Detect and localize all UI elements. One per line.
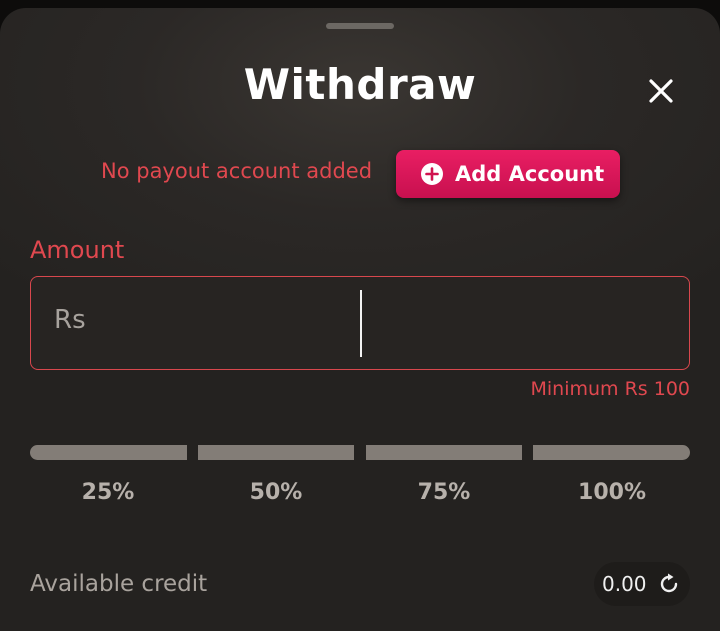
withdraw-sheet: Withdraw No payout account added Add Acc… <box>0 8 720 631</box>
add-account-label: Add Account <box>455 162 605 186</box>
percent-option-75[interactable]: 75% <box>364 480 524 505</box>
close-icon <box>649 79 673 103</box>
percent-bar-50[interactable] <box>198 445 354 460</box>
minimum-amount-hint: Minimum Rs 100 <box>530 378 691 400</box>
amount-input[interactable]: Rs <box>30 276 690 370</box>
modal-title: Withdraw <box>243 60 477 109</box>
drag-handle[interactable] <box>326 23 394 29</box>
refresh-icon[interactable] <box>657 572 681 596</box>
currency-prefix: Rs <box>54 305 86 335</box>
amount-label: Amount <box>30 236 125 264</box>
add-account-button[interactable]: Add Account <box>396 150 620 198</box>
plus-circle-icon <box>420 162 444 186</box>
percent-option-25[interactable]: 25% <box>28 480 188 505</box>
percent-bar-75[interactable] <box>366 445 522 460</box>
percent-bar-100[interactable] <box>533 445 690 460</box>
credit-balance: 0.00 <box>594 562 690 606</box>
text-caret <box>360 290 362 357</box>
no-payout-account-text: No payout account added <box>101 159 373 183</box>
percent-bar-25[interactable] <box>30 445 187 460</box>
percent-option-100[interactable]: 100% <box>532 480 692 505</box>
available-credit-label: Available credit <box>30 571 208 597</box>
close-button[interactable] <box>644 74 678 108</box>
credit-value: 0.00 <box>602 572 647 596</box>
percent-option-50[interactable]: 50% <box>196 480 356 505</box>
